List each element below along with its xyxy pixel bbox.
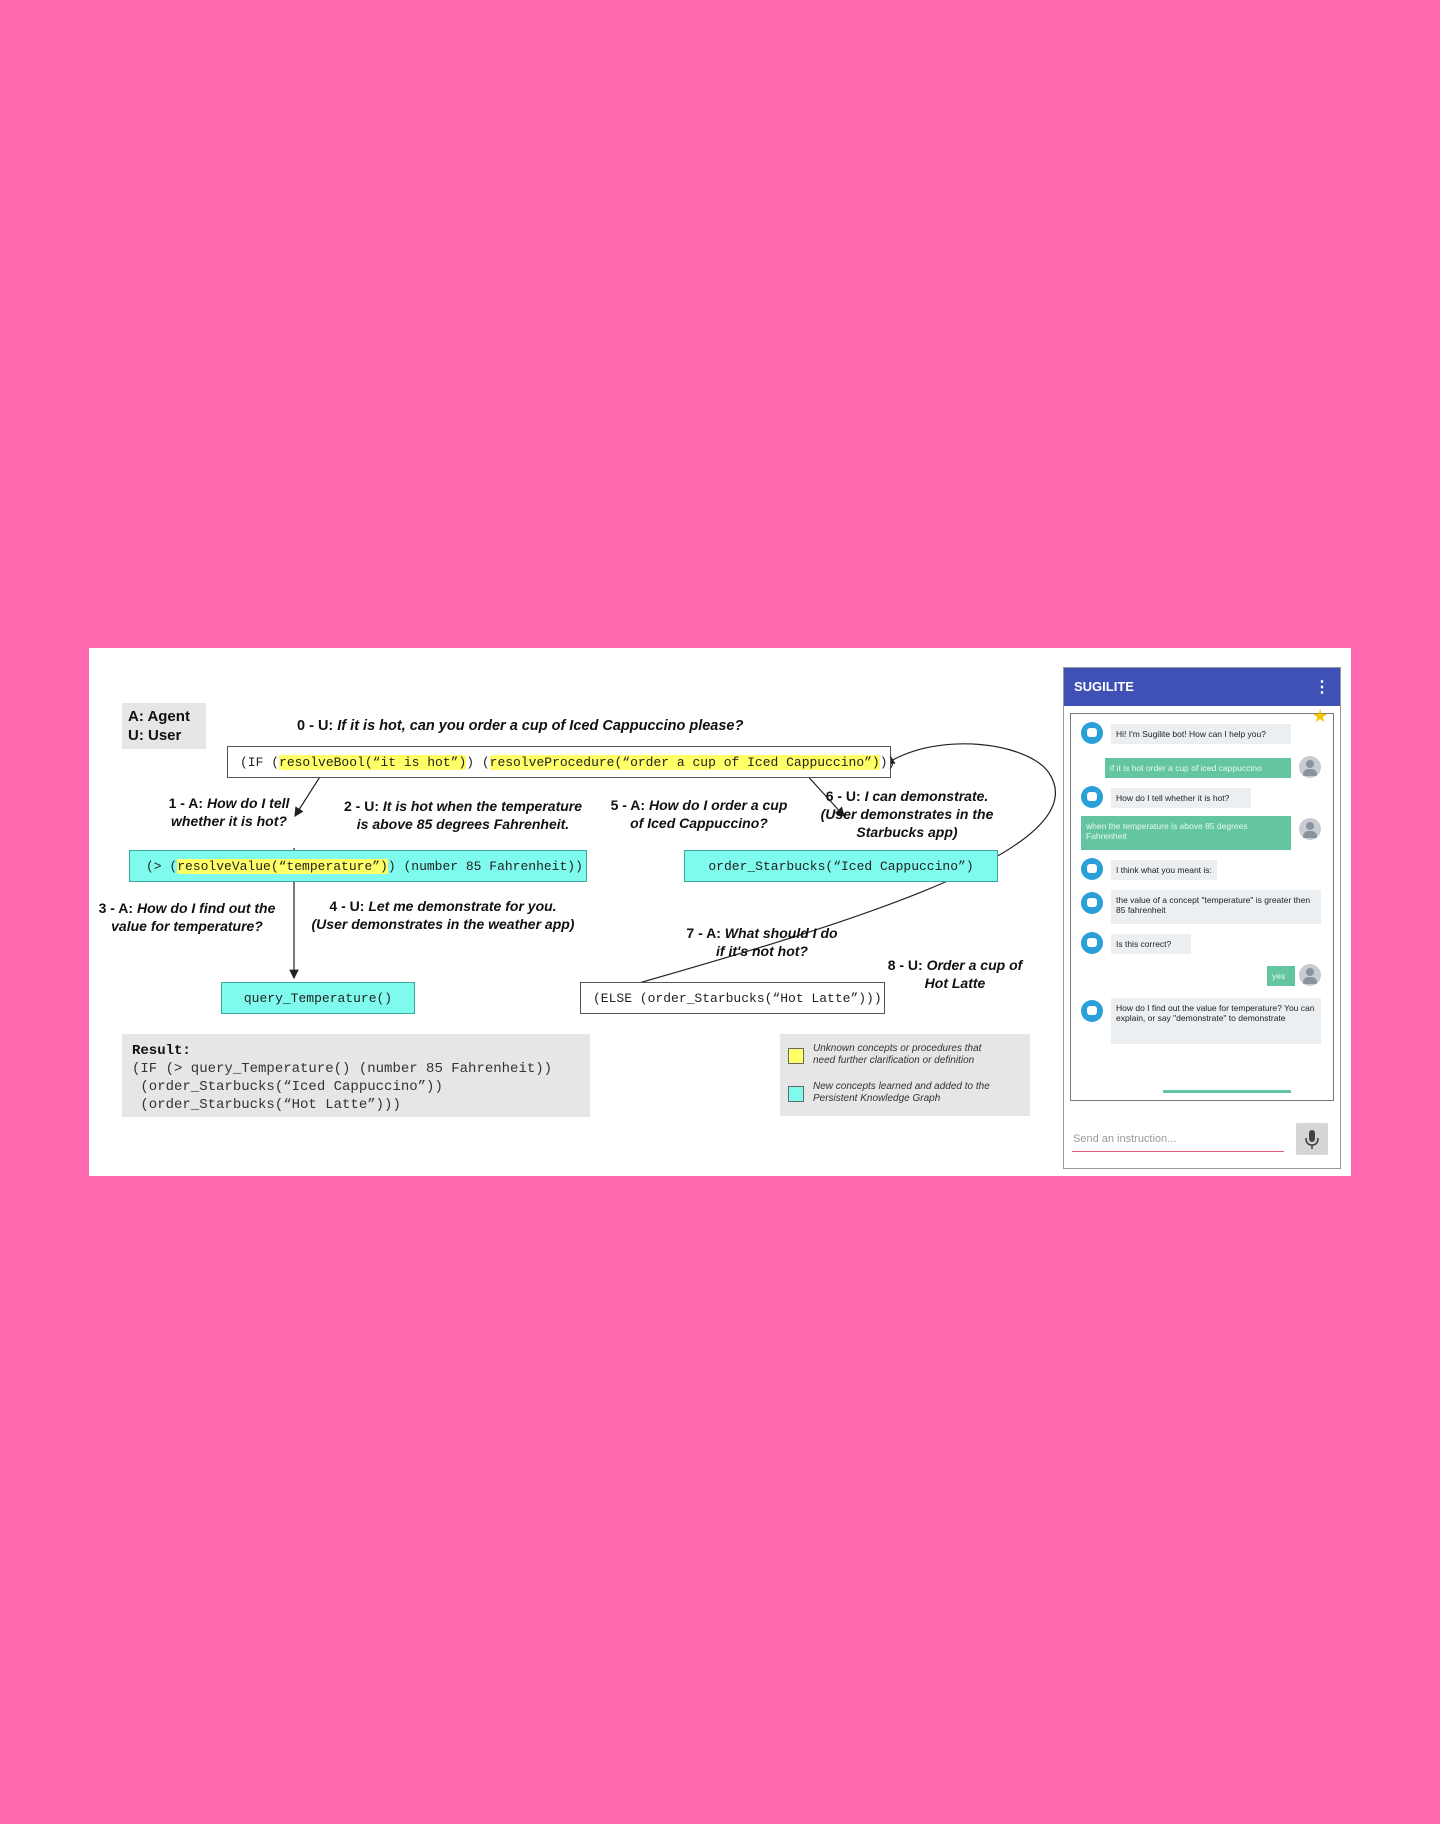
chat-message: Hi! I'm Sugilite bot! How can I help you… [1111,724,1291,744]
top-code-box: (IF (resolveBool(“it is hot”)) (resolveP… [227,746,895,778]
code-top-resolveprocedure: resolveProcedure(“order a cup of Iced Ca… [489,754,880,770]
step-8-text-b: Hot Latte [924,975,986,991]
step-7-prefix: 7 - A: [686,925,725,941]
user-avatar [1299,964,1321,986]
code-top-a: (IF ( [240,754,280,770]
app-bar: SUGILITE ⋮ [1064,668,1340,706]
code-cond-resolvevalue: resolveValue(“temperature”) [177,858,388,874]
bot-avatar [1081,722,1103,744]
diagram-figure: A: Agent U: User 0 - U: If it is hot, ca… [89,648,1351,1176]
step-6-text-c: Starbucks app) [856,824,958,840]
step-8-prefix: 8 - U: [887,957,927,973]
code-cond-b: ) (number 85 Fahrenheit)) [387,858,583,874]
bot-avatar [1081,858,1103,880]
code-top-b: ) ( [466,754,490,770]
code-top-c: )) [879,754,896,770]
chat-message: if it is hot order a cup of iced cappucc… [1105,758,1291,778]
input-underline [1072,1151,1284,1152]
step-6-label: 6 - U: I can demonstrate. (User demonstr… [809,787,1005,841]
step-4-label: 4 - U: Let me demonstrate for you. (User… [301,897,585,933]
bot-avatar [1081,786,1103,808]
overflow-menu-icon[interactable]: ⋮ [1314,677,1330,697]
user-avatar [1299,818,1321,840]
code-top-resolvebool: resolveBool(“it is hot”) [279,754,467,770]
step-0-text: If it is hot, can you order a cup of Ice… [337,718,744,734]
instruction-input[interactable]: Send an instruction... [1073,1133,1176,1145]
step-5-text-a: How do I order a cup [648,797,788,813]
user-avatar [1299,756,1321,778]
role-agent: A: Agent [128,708,190,725]
step-3-text-b: value for temperature? [111,918,263,934]
step-5-text-b: of Iced Cappuccino? [630,815,768,831]
step-6-prefix: 6 - U: [825,788,865,804]
step-1-label: 1 - A: How do I tell whether it is hot? [149,794,309,830]
step-3-text-a: How do I find out the [136,900,276,916]
code-else: (ELSE (order_Starbucks(“Hot Latte”))) [593,990,882,1006]
new-legend-a: New concepts learned and added to the [813,1081,990,1092]
bot-avatar [1081,892,1103,914]
step-1-prefix: 1 - A: [168,795,207,811]
query-code-box: query_Temperature() [221,982,415,1014]
step-6-text-a: I can demonstrate. [864,788,989,804]
unknown-legend-a: Unknown concepts or procedures that [813,1043,982,1054]
step-7-text-b: if it's not hot? [716,943,808,959]
microphone-button[interactable] [1296,1123,1328,1155]
step-6-text-b: (User demonstrates in the [820,806,994,822]
unknown-legend-b: need further clarification or definition [813,1055,975,1066]
new-legend-b: Persistent Knowledge Graph [813,1093,941,1104]
phone-screen: SUGILITE ⋮ Hi! I'm Sugilite bot! How can… [1063,667,1341,1169]
chat-message: yes [1267,966,1295,986]
step-7-label: 7 - A: What should I do if it's not hot? [677,924,847,960]
step-1-text-a: How do I tell [206,795,290,811]
step-7-text-a: What should I do [724,925,838,941]
step-2-label: 2 - U: It is hot when the temperature is… [335,797,591,833]
step-5-label: 5 - A: How do I order a cup of Iced Capp… [601,796,797,832]
app-title: SUGILITE [1074,679,1134,694]
bot-avatar [1081,1000,1103,1022]
chat-message: How do I tell whether it is hot? [1111,788,1251,808]
else-code-box: (ELSE (order_Starbucks(“Hot Latte”))) [580,982,885,1014]
result-line-3: (order_Starbucks(“Hot Latte”))) [132,1097,401,1113]
code-cond-a: (> ( [146,858,178,874]
code-order: order_Starbucks(“Iced Cappuccino”) [708,858,974,874]
step-3-label: 3 - A: How do I find out the value for t… [91,899,283,935]
scroll-indicator[interactable] [1163,1090,1291,1093]
step-2-text-b: is above 85 degrees Fahrenheit. [356,816,570,832]
unknown-swatch [788,1048,804,1064]
step-4-text-b: (User demonstrates in the weather app) [311,916,575,932]
step-0-label: 0 - U: If it is hot, can you order a cup… [297,717,743,735]
role-legend: A: Agent U: User [122,703,206,749]
condition-code-box: (> (resolveValue(“temperature”)) (number… [129,850,587,882]
result-line-1: (IF (> query_Temperature() (number 85 Fa… [132,1061,553,1077]
order-code-box: order_Starbucks(“Iced Cappuccino”) [684,850,998,882]
new-swatch [788,1086,804,1102]
step-1-text-b: whether it is hot? [171,813,287,829]
bot-avatar [1081,932,1103,954]
step-0-prefix: 0 - U: [297,718,338,734]
result-line-2: (order_Starbucks(“Iced Cappuccino”)) [132,1079,443,1095]
result-box: Result: (IF (> query_Temperature() (numb… [122,1034,590,1117]
step-8-text-a: Order a cup of [926,957,1023,973]
step-2-text-a: It is hot when the temperature [382,798,583,814]
chat-message: I think what you meant is: [1111,860,1217,880]
step-5-prefix: 5 - A: [610,797,649,813]
chat-message: when the temperature is above 85 degrees… [1081,816,1291,850]
step-3-prefix: 3 - A: [98,900,137,916]
step-2-prefix: 2 - U: [343,798,383,814]
chat-message: How do I find out the value for temperat… [1111,998,1321,1044]
new-legend-text: New concepts learned and added to the Pe… [813,1081,990,1105]
code-query: query_Temperature() [243,990,393,1006]
color-legend: Unknown concepts or procedures that need… [780,1034,1030,1116]
unknown-legend-text: Unknown concepts or procedures that need… [813,1043,981,1067]
step-8-label: 8 - U: Order a cup of Hot Latte [877,956,1033,992]
duck-icon: ★ [1312,706,1329,726]
role-user: U: User [128,727,182,744]
chat-message: Is this correct? [1111,934,1191,954]
microphone-icon [1305,1130,1319,1149]
step-4-text-a: Let me demonstrate for you. [368,898,557,914]
chat-area[interactable]: Hi! I'm Sugilite bot! How can I help you… [1070,713,1334,1101]
result-title: Result: [132,1043,191,1059]
step-4-prefix: 4 - U: [329,898,369,914]
chat-message: the value of a concept "temperature" is … [1111,890,1321,924]
